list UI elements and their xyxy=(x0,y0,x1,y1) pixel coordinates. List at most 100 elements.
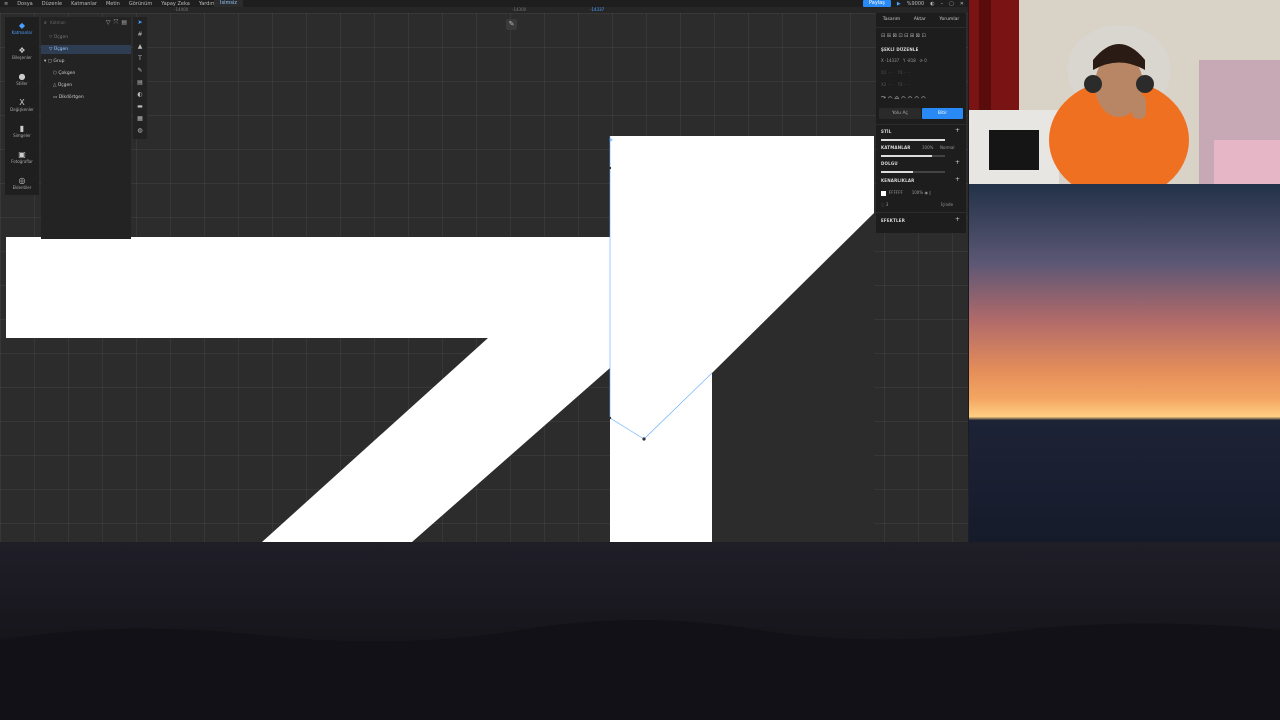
rectangle-shape[interactable] xyxy=(6,237,610,338)
webcam-scene xyxy=(969,0,1280,184)
menu-item-edit[interactable]: Düzenle xyxy=(42,1,62,7)
path-anchor-point-mid[interactable] xyxy=(608,416,612,420)
zoom-level[interactable]: %9000 xyxy=(907,1,924,7)
group-icon: ▢ xyxy=(47,59,52,64)
add-style-icon[interactable]: + xyxy=(955,127,960,134)
rail-item-components[interactable]: ❖ Bileşenler xyxy=(5,46,39,60)
section-fill: DOLGU xyxy=(881,161,898,166)
triangle-icon: ▽ xyxy=(49,47,53,52)
layer-label: Üçgen xyxy=(53,35,69,40)
layer-slider[interactable] xyxy=(881,155,945,157)
rotation-field[interactable]: 0 xyxy=(924,58,927,63)
image-tool-icon[interactable]: ▤ xyxy=(133,79,147,86)
layer-label: Dikdörtgen xyxy=(58,95,84,100)
pen-tool-icon[interactable]: ✎ xyxy=(506,19,517,30)
section-edit-shape: ŞEKLİ DÜZENLE xyxy=(881,47,919,52)
components-icon: ❖ xyxy=(18,46,26,55)
triangle-icon: △ xyxy=(53,83,57,88)
style-slider[interactable] xyxy=(881,139,945,141)
open-path-button[interactable]: Yolu Aç xyxy=(879,108,921,119)
minimize-icon[interactable]: – xyxy=(941,1,944,7)
fill-slider[interactable] xyxy=(881,171,945,173)
move-tool-icon[interactable]: ➤ xyxy=(133,19,147,26)
add-effect-icon[interactable]: + xyxy=(955,216,960,223)
close-icon[interactable]: ✕ xyxy=(960,1,964,7)
menu-item-view[interactable]: Görünüm xyxy=(129,1,152,7)
opacity-value[interactable]: 100% xyxy=(922,145,933,150)
eye-icon[interactable]: ◉ xyxy=(924,190,928,195)
stroke-width[interactable]: 3 xyxy=(886,202,889,207)
layer-row-group[interactable]: ▾ ▢ Grup xyxy=(41,57,131,66)
menu-item-layers[interactable]: Katmanlar xyxy=(71,1,97,7)
mask-tool-icon[interactable]: ◐ xyxy=(133,91,147,98)
comment-tool-icon[interactable]: ◍ xyxy=(133,127,147,134)
layer-row[interactable]: ▽ Üçgen xyxy=(41,33,131,42)
shape-tool-icon[interactable]: ▲ xyxy=(133,43,147,50)
stroke-color-swatch[interactable] xyxy=(881,190,886,196)
stroke-width-row[interactable]: ◌ 3 İçinde xyxy=(881,202,963,207)
layer-row[interactable]: △ Üçgen xyxy=(41,81,131,90)
triangle-icon: ▽ xyxy=(49,35,53,40)
layer-label: Üçgen xyxy=(53,47,69,52)
trash-icon[interactable]: ▯ xyxy=(929,190,931,195)
path-anchor-point[interactable] xyxy=(642,437,646,441)
theme-icon[interactable]: ◐ xyxy=(930,1,934,7)
position-row[interactable]: X -14337 Y -818 ⟳ 0 xyxy=(881,58,963,63)
photos-icon: ▣ xyxy=(18,150,26,159)
search-icon: ⌕ xyxy=(44,20,47,26)
finish-button[interactable]: Bitir xyxy=(922,108,963,119)
pen-tool-icon[interactable]: ✎ xyxy=(133,67,147,74)
menu-app-logo[interactable]: ≡ xyxy=(4,1,8,7)
polygon-icon: ⬡ xyxy=(53,71,57,76)
layer-row-selected[interactable]: ▽ Üçgen xyxy=(41,45,131,54)
rail-item-styles[interactable]: ● Stiller xyxy=(5,72,39,86)
add-border-icon[interactable]: + xyxy=(955,176,960,183)
x-field[interactable]: -14337 xyxy=(885,58,899,63)
tab-active-file[interactable]: İsimsiz xyxy=(214,0,243,7)
stroke-row[interactable]: FFFFFF 100% ◉ ▯ xyxy=(881,190,963,196)
blend-mode-select[interactable]: Normal xyxy=(940,145,954,150)
page-icon[interactable]: ▤ xyxy=(121,19,127,27)
grid-tool-icon[interactable]: ▦ xyxy=(133,115,147,122)
share-button[interactable]: Paylaş xyxy=(862,0,891,7)
menu-item-ai[interactable]: Yapay Zeka xyxy=(161,1,190,7)
tab-design[interactable]: Tasarım xyxy=(883,17,900,22)
stroke-hex[interactable]: FFFFFF xyxy=(889,190,903,195)
maximize-icon[interactable]: ▢ xyxy=(949,1,954,7)
menu-item-text[interactable]: Metin xyxy=(106,1,120,7)
layers-icon: ◆ xyxy=(18,21,26,30)
layer-row[interactable]: ▭ Dikdörtgen xyxy=(41,93,131,102)
rail-label: Eklentiler xyxy=(12,185,32,190)
variables-icon: X xyxy=(19,98,25,107)
chevron-down-icon[interactable]: ▾ xyxy=(44,59,46,64)
y-field[interactable]: -818 xyxy=(907,58,916,63)
text-tool-icon[interactable]: T xyxy=(133,55,147,62)
rail-item-plugins[interactable]: ◎ Eklentiler xyxy=(5,176,39,190)
section-style: STİL xyxy=(881,129,892,134)
filter-icon[interactable]: ▽ xyxy=(106,19,111,27)
rail-item-icons[interactable]: ▮ Simgeler xyxy=(5,124,39,138)
path-anchor-point-top[interactable] xyxy=(608,166,612,170)
path-tools-row[interactable]: ⤳ ⌒ ⌓ ⌒ ⌒ ⌒ ⌒ xyxy=(881,94,963,102)
tab-comments[interactable]: Yorumlar xyxy=(939,17,959,22)
rail-item-variables[interactable]: X Değişkenler xyxy=(5,98,39,112)
ruler-value-left: -14400 xyxy=(174,7,189,12)
polygon-shape-diagonal[interactable] xyxy=(262,338,610,542)
collapse-icon[interactable]: ⤧ xyxy=(114,19,119,27)
align-icons-row[interactable]: ⊟ ⊞ ⊠ ⊡ ⊟ ⊞ ⊠ ⊡ xyxy=(881,33,963,39)
stroke-position[interactable]: İçinde xyxy=(941,202,953,207)
rail-item-photos[interactable]: ▣ Fotoğraflar xyxy=(5,150,39,164)
menu-item-file[interactable]: Dosya xyxy=(17,1,33,7)
rail-label: Fotoğraflar xyxy=(11,159,33,164)
rail-item-layers[interactable]: ◆ Katmanlar xyxy=(5,21,39,35)
layers-panel: ⌕ Katman ▽ ⤧ ▤ ▽ Üçgen ▽ Üçgen ▾ ▢ Grup … xyxy=(41,17,131,239)
line-tool-icon[interactable]: ▬ xyxy=(133,103,147,110)
tab-export[interactable]: Aktar xyxy=(914,17,926,22)
play-icon[interactable]: ▶ xyxy=(897,1,901,7)
layer-search[interactable]: ⌕ Katman xyxy=(44,20,96,27)
frame-tool-icon[interactable]: # xyxy=(133,31,147,38)
add-fill-icon[interactable]: + xyxy=(955,159,960,166)
stroke-opacity[interactable]: 100% xyxy=(912,190,923,195)
layer-row[interactable]: ⬡ Çokgen xyxy=(41,69,131,78)
properties-panel: Tasarım Aktar Yorumlar ⊟ ⊞ ⊠ ⊡ ⊟ ⊞ ⊠ ⊡ Ş… xyxy=(876,13,966,233)
